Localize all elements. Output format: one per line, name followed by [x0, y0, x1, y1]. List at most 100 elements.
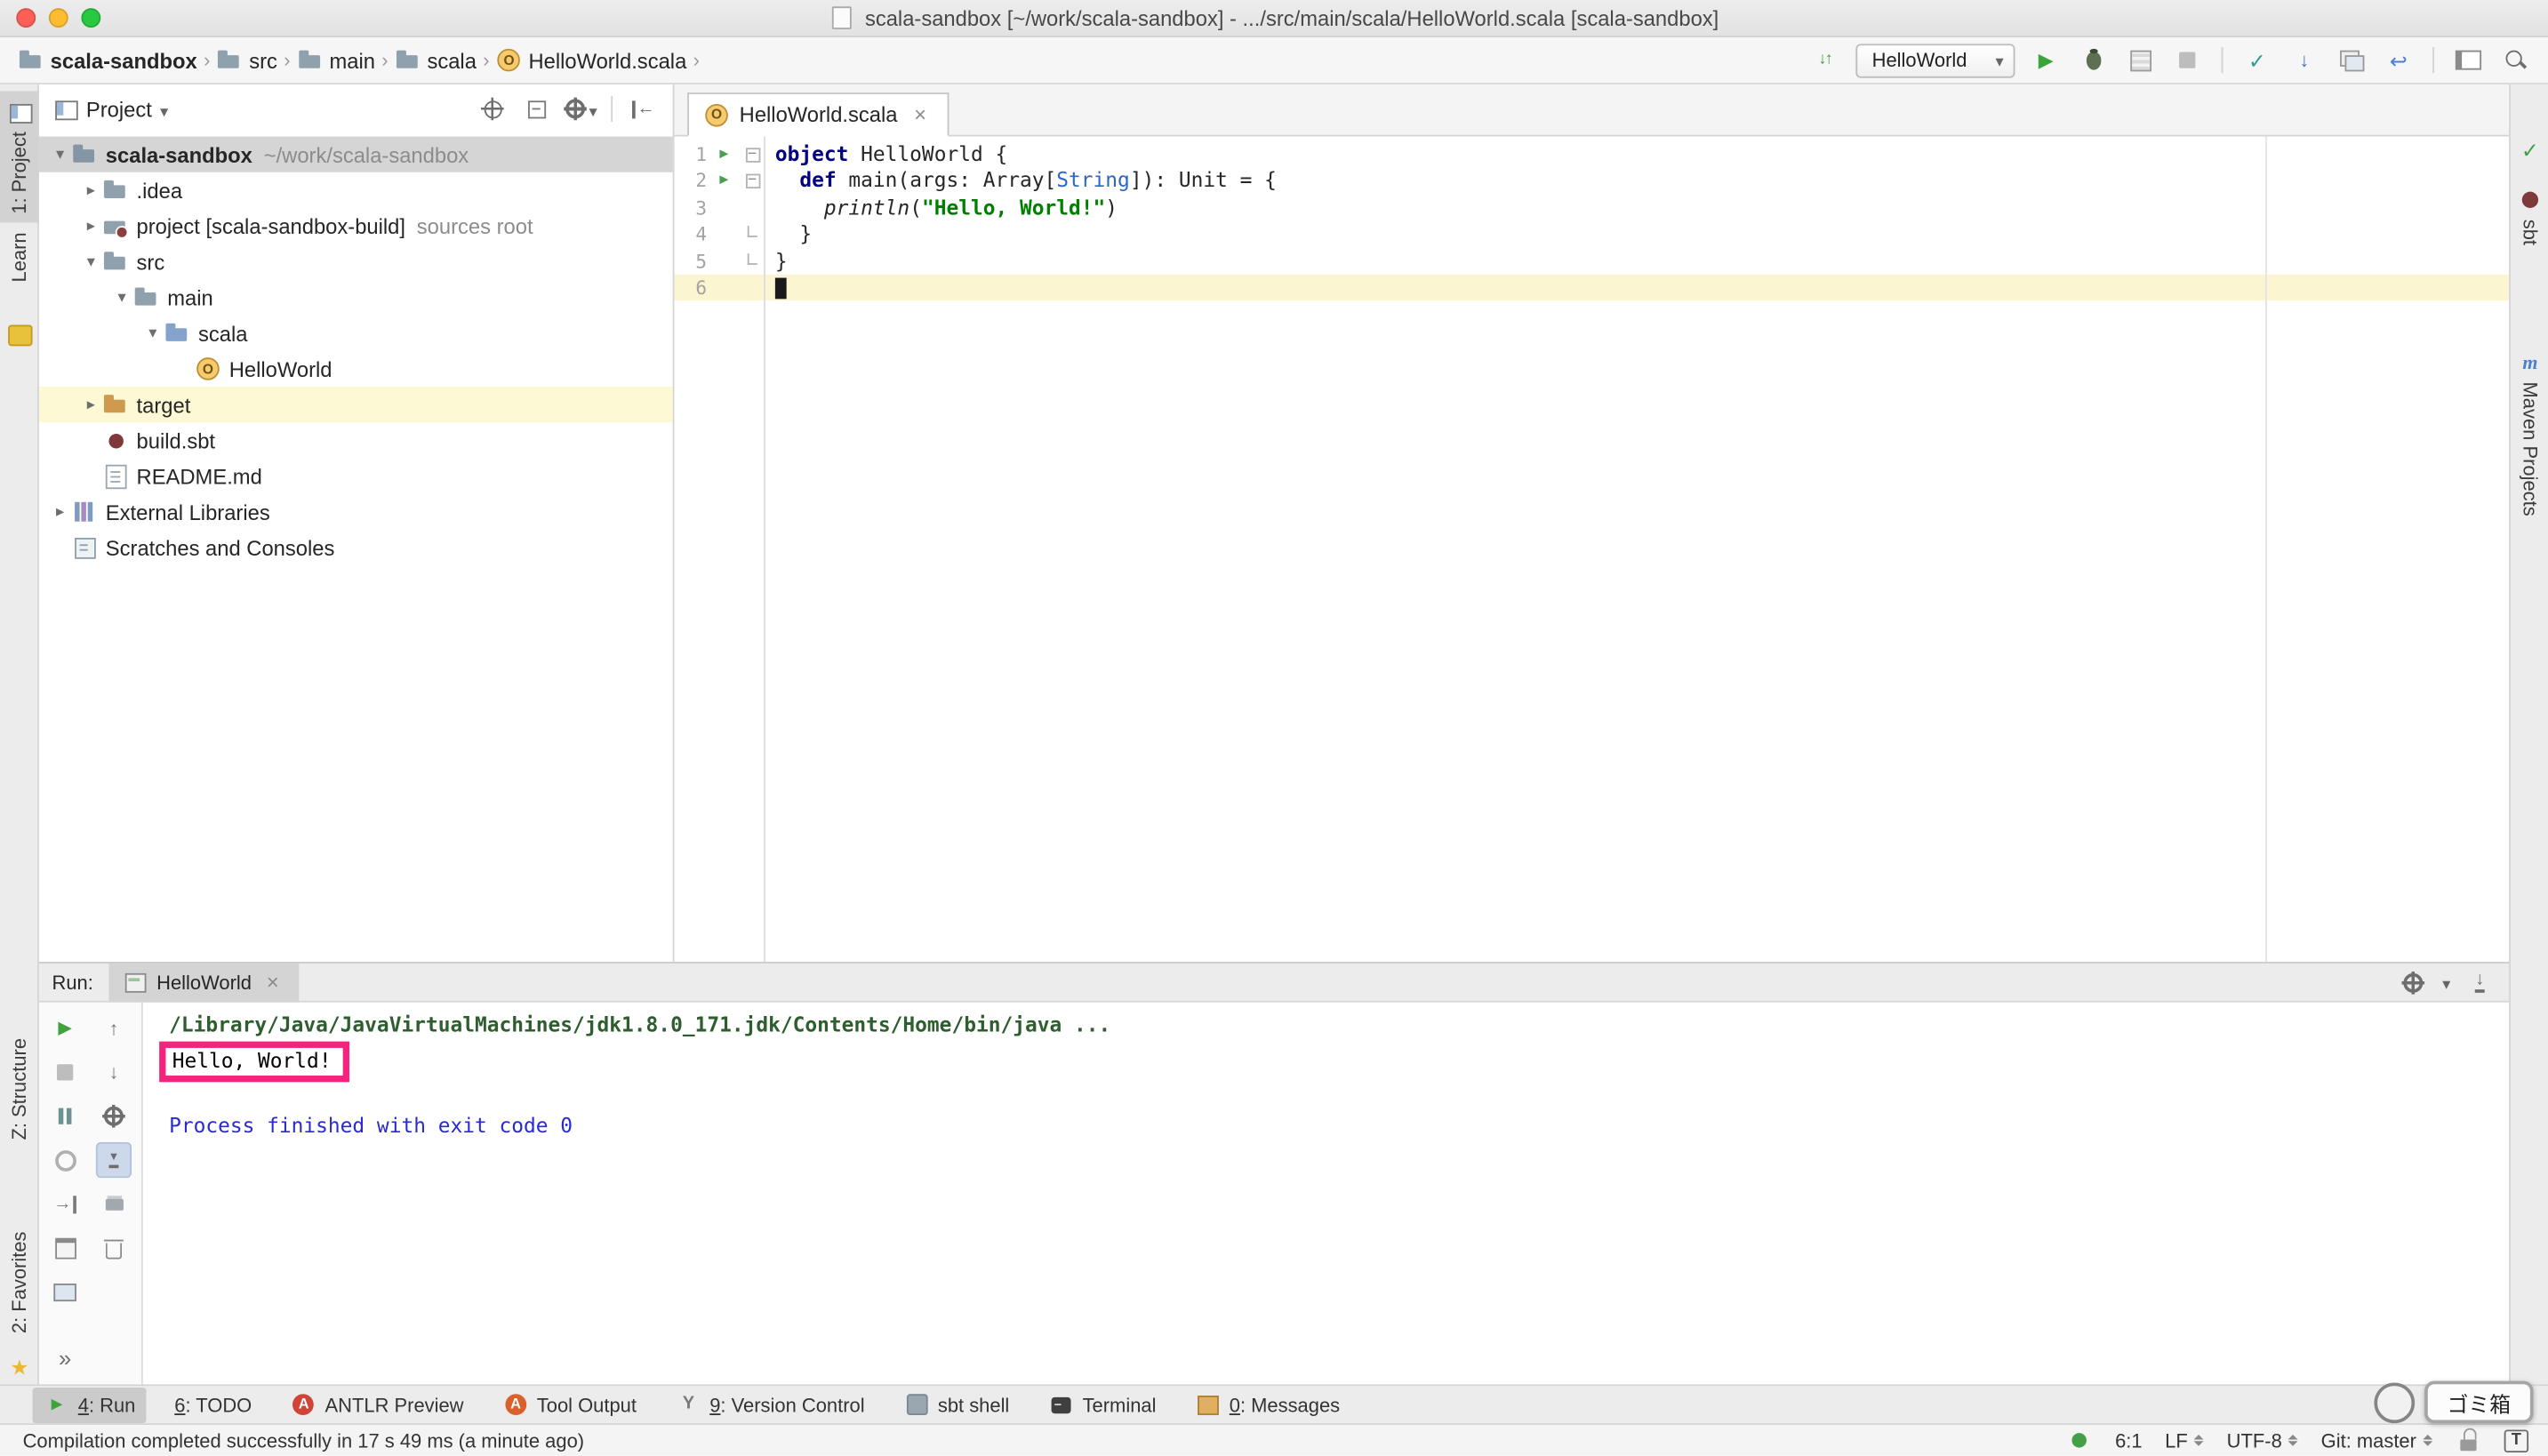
minimize-window-button[interactable]	[49, 8, 68, 28]
run-line-icon[interactable]: ▶	[707, 141, 741, 168]
tree-row-scratches-and-consoles[interactable]: Scratches and Consoles	[39, 530, 673, 565]
tool-stripe-structure[interactable]: Z: Structure	[0, 1030, 39, 1148]
run-tab-helloworld[interactable]: HelloWorld	[109, 963, 299, 1002]
toolbar-play-button[interactable]	[2030, 44, 2063, 76]
lock-icon[interactable]	[2456, 1428, 2481, 1453]
tree-arrow-icon[interactable]: ▸	[80, 396, 103, 413]
tool-stripe-sbt[interactable]: sbt	[2511, 179, 2548, 253]
status-indicator-icon[interactable]	[2066, 1428, 2092, 1453]
project-header-collapse-button[interactable]	[520, 92, 553, 125]
close-icon[interactable]	[907, 101, 933, 127]
toolwindow-button-tool-output[interactable]: Tool Output	[492, 1387, 648, 1422]
toolbar-update-button[interactable]	[2288, 44, 2321, 76]
git-branch-widget[interactable]: Git: master	[2321, 1429, 2433, 1452]
status-message[interactable]: Compilation completed successfully in 17…	[23, 1429, 2067, 1452]
run-line-icon[interactable]: ▶	[707, 168, 741, 195]
tool-stripe-project[interactable]: 1: Project	[0, 91, 39, 222]
tree-row-target[interactable]: ▸target	[39, 387, 673, 422]
zoom-window-button[interactable]	[81, 8, 100, 28]
breadcrumb-item-helloworld-scala[interactable]: HelloWorld.scala	[496, 47, 686, 73]
toolbar-sync-button[interactable]	[1808, 44, 1841, 76]
run-config-selector[interactable]: HelloWorld	[1855, 43, 2015, 76]
close-window-button[interactable]	[16, 8, 36, 28]
editor-tab-helloworld[interactable]: HelloWorld.scala	[687, 92, 949, 136]
caret-position-widget[interactable]: 6:1	[2115, 1429, 2143, 1452]
tree-row-project-scala-sandbox-build[interactable]: ▸project [scala-sandbox-build]sources ro…	[39, 208, 673, 244]
breadcrumb-item-scala-sandbox[interactable]: scala-sandbox	[18, 47, 197, 73]
toolbar-layout-button[interactable]	[2452, 44, 2485, 76]
toolwindow-button-6-todo[interactable]: 6: TODO	[163, 1388, 263, 1421]
line-separator-widget[interactable]: LF	[2165, 1429, 2204, 1452]
tree-row-idea[interactable]: ▸.idea	[39, 172, 673, 208]
runtoolbar-monitor-button[interactable]	[47, 1274, 83, 1309]
project-header-locate-button[interactable]	[477, 92, 509, 125]
runtoolbar-stop-button[interactable]	[47, 1054, 83, 1090]
toolbar-debug-button[interactable]	[2077, 44, 2110, 76]
runtoolbar-trash-button[interactable]	[96, 1230, 132, 1266]
tree-arrow-icon[interactable]: ▾	[49, 146, 72, 164]
editor-line-2[interactable]: 2▶ def main(args: Array[String]): Unit =…	[675, 168, 2510, 195]
runtoolbar-chevrons-button[interactable]	[47, 1340, 83, 1376]
editor-line-3[interactable]: 3 println("Hello, World!")	[675, 195, 2510, 221]
runtoolbar-import-button[interactable]	[47, 1186, 83, 1221]
tree-arrow-icon[interactable]: ▸	[49, 503, 72, 521]
toolbar-coverage-button[interactable]	[2124, 44, 2157, 76]
runtoolbar-rerun-button[interactable]	[47, 1011, 83, 1046]
project-header-hide-button[interactable]	[628, 92, 661, 125]
breadcrumb-item-main[interactable]: main	[297, 47, 375, 73]
tool-stripe-favorites[interactable]: 2: Favorites	[0, 1224, 39, 1342]
fold-region[interactable]	[741, 258, 764, 264]
tool-stripe-maven[interactable]: Maven Projects	[2511, 341, 2548, 524]
tree-arrow-icon[interactable]: ▾	[141, 324, 164, 342]
tool-stripe-learn[interactable]: Learn	[0, 224, 39, 290]
encoding-widget[interactable]: UTF-8	[2227, 1429, 2298, 1452]
runtoolbar-pause-button[interactable]	[47, 1099, 83, 1134]
fold-start-icon[interactable]	[745, 174, 759, 188]
tree-row-external-libraries[interactable]: ▸External Libraries	[39, 494, 673, 530]
toolbar-diff-button[interactable]	[2336, 44, 2368, 76]
toolwindow-button-antlr-preview[interactable]: ANTLR Preview	[279, 1387, 475, 1422]
project-tree[interactable]: ▾scala-sandbox~/work/scala-sandbox▸.idea…	[39, 133, 673, 962]
tree-row-build-sbt[interactable]: build.sbt	[39, 422, 673, 458]
close-icon[interactable]	[260, 969, 285, 995]
toolbar-rollback-button[interactable]	[2383, 44, 2416, 76]
toolwindow-button-0-messages[interactable]: 0: Messages	[1184, 1387, 1351, 1422]
runtoolbar-circle-button[interactable]	[47, 1142, 83, 1178]
tree-row-scala[interactable]: ▾scala	[39, 316, 673, 351]
settings-gear-icon[interactable]	[2400, 969, 2426, 995]
tree-arrow-icon[interactable]: ▸	[80, 217, 103, 235]
project-view-title[interactable]: Project	[86, 97, 152, 121]
breadcrumb-item-src[interactable]: src	[217, 47, 277, 73]
toolbar-stop-button[interactable]	[2171, 44, 2204, 76]
tree-row-readme-md[interactable]: README.md	[39, 458, 673, 493]
editor-line-6[interactable]: 6	[675, 275, 2510, 301]
runtoolbar-up-button[interactable]	[96, 1011, 132, 1046]
runtoolbar-consolelines-button[interactable]	[47, 1230, 83, 1266]
fold-region[interactable]	[741, 148, 764, 162]
runtoolbar-down-button[interactable]	[96, 1054, 132, 1090]
toolwindow-button-9-version-control[interactable]: 9: Version Control	[664, 1387, 876, 1422]
runtoolbar-console-gear-button[interactable]	[96, 1099, 132, 1134]
runtoolbar-scroll-end-button[interactable]	[96, 1142, 132, 1178]
hide-panel-icon[interactable]	[2467, 969, 2493, 995]
editor-line-5[interactable]: 5}	[675, 248, 2510, 275]
breadcrumb-item-scala[interactable]: scala	[395, 47, 477, 73]
run-console[interactable]: /Library/Java/JavaVirtualMachines/jdk1.8…	[143, 1003, 2509, 1385]
favorites-star-icon[interactable]	[6, 1354, 32, 1380]
fold-region[interactable]	[741, 231, 764, 237]
toolbar-commit-check-button[interactable]	[2241, 44, 2274, 76]
toolbar-search-button[interactable]	[2499, 44, 2532, 76]
toolwindow-button-4-run[interactable]: 4: Run	[33, 1387, 148, 1422]
project-header-gear-button[interactable]	[564, 92, 597, 125]
editor-line-1[interactable]: 1▶object HelloWorld {	[675, 141, 2510, 168]
inspections-ok-icon[interactable]	[2517, 137, 2543, 163]
editor-line-4[interactable]: 4 }	[675, 221, 2510, 248]
tree-row-main[interactable]: ▾main	[39, 279, 673, 315]
toolwindow-button-terminal[interactable]: Terminal	[1037, 1387, 1167, 1422]
tree-arrow-icon[interactable]: ▸	[80, 181, 103, 199]
toolwindow-button-sbt-shell[interactable]: sbt shell	[893, 1387, 1021, 1422]
titlebar[interactable]: scala-sandbox [~/work/scala-sandbox] - .…	[0, 0, 2548, 37]
plugin-icon[interactable]	[6, 322, 32, 348]
tree-row-helloworld[interactable]: HelloWorld	[39, 351, 673, 387]
tree-arrow-icon[interactable]: ▾	[110, 288, 133, 306]
